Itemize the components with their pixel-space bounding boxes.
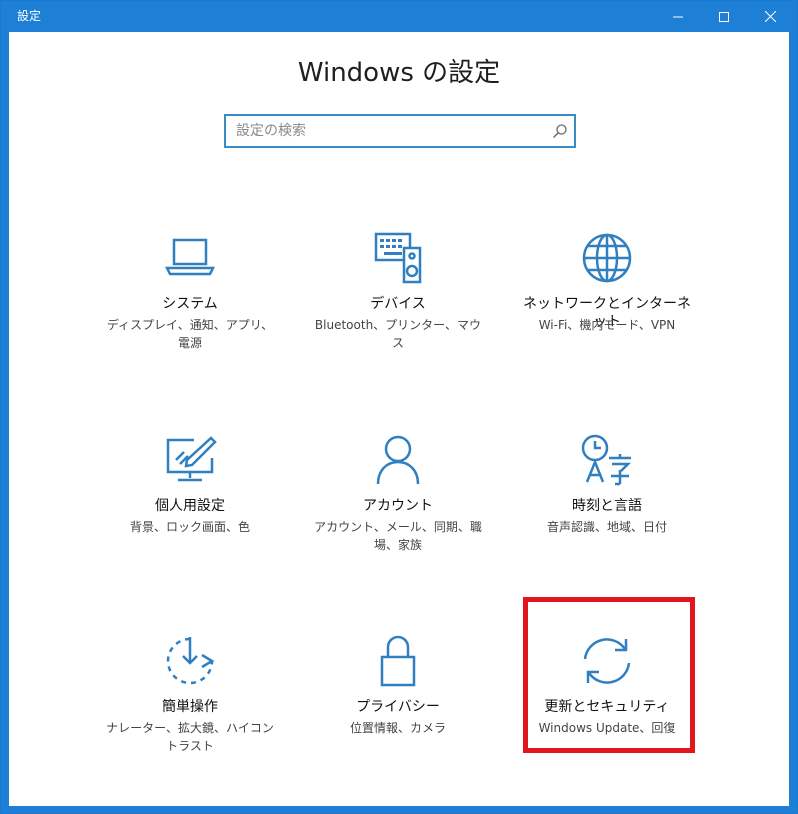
personalization-icon (166, 436, 217, 482)
tile-label: 簡単操作 (162, 699, 218, 715)
tile-label: 個人用設定 (155, 498, 225, 514)
time-language-icon (581, 434, 632, 486)
close-button[interactable] (747, 1, 793, 32)
tile-network[interactable]: ネットワークとインターネット Wi-Fi、機内モード、VPN (517, 230, 697, 410)
tile-system[interactable]: システム ディスプレイ、通知、アプリ、電源 (100, 230, 280, 410)
tile-label: デバイス (370, 296, 426, 312)
tile-description: Bluetooth、プリンター、マウス (314, 318, 482, 350)
tile-time-language[interactable]: 時刻と言語 音声認識、地域、日付 (517, 432, 697, 612)
tile-label: プライバシー (356, 699, 440, 715)
minimize-icon (673, 16, 683, 17)
tile-label: 時刻と言語 (572, 498, 642, 514)
globe-icon (582, 233, 632, 283)
search-input[interactable] (226, 116, 546, 146)
tile-label: システム (162, 296, 218, 312)
tile-personalization[interactable]: 個人用設定 背景、ロック画面、色 (100, 432, 280, 612)
settings-content: Windows の設定 システム ディスプレイ、通知、アプリ、電源 (9, 32, 789, 806)
tile-description: 背景、ロック画面、色 (129, 520, 250, 534)
search-icon[interactable] (552, 123, 568, 139)
devices-icon (374, 232, 422, 284)
title-bar[interactable]: 設定 (1, 1, 797, 32)
page-title: Windows の設定 (297, 58, 501, 88)
tile-description: 音声認識、地域、日付 (546, 520, 667, 534)
tile-description: 位置情報、カメラ (349, 721, 446, 735)
lock-icon (380, 635, 416, 687)
tile-description: アカウント、メール、同期、職場、家族 (314, 520, 482, 552)
person-icon (376, 435, 420, 485)
window-title: 設定 (17, 9, 42, 23)
settings-window: 設定 Windows の設定 システム ディスプレイ、通知、アプリ (0, 0, 798, 814)
maximize-icon (719, 11, 729, 22)
tile-ease-of-access[interactable]: 簡単操作 ナレーター、拡大鏡、ハイコントラスト (100, 633, 280, 813)
tile-description: Wi-Fi、機内モード、VPN (538, 318, 676, 332)
tile-privacy[interactable]: プライバシー 位置情報、カメラ (308, 633, 488, 813)
tile-description: ディスプレイ、通知、アプリ、電源 (106, 318, 274, 350)
highlight-box (523, 597, 695, 753)
search-box[interactable] (224, 114, 576, 148)
maximize-button[interactable] (701, 1, 747, 32)
minimize-button[interactable] (655, 1, 701, 32)
ease-of-access-icon (166, 637, 215, 685)
tile-label: アカウント (363, 498, 433, 514)
tile-description: ナレーター、拡大鏡、ハイコントラスト (106, 721, 274, 753)
tile-accounts[interactable]: アカウント アカウント、メール、同期、職場、家族 (308, 432, 488, 612)
close-icon (764, 11, 776, 22)
laptop-icon (164, 238, 216, 276)
tile-devices[interactable]: デバイス Bluetooth、プリンター、マウス (308, 230, 488, 410)
